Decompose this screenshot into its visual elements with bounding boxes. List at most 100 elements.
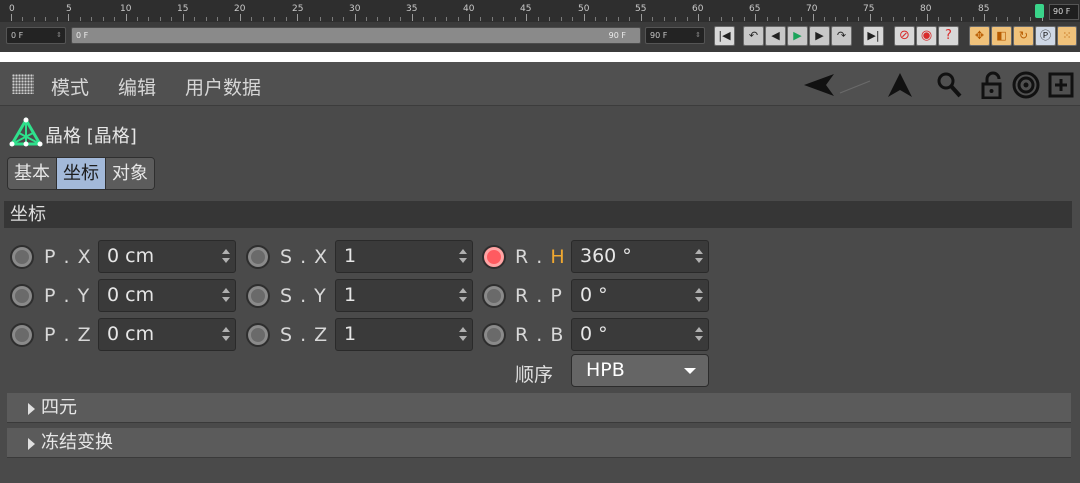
max-frame-field[interactable]: 90 F ⇕	[645, 27, 705, 44]
ruler-tick-label: 75	[863, 4, 875, 14]
rotation-order-dropdown[interactable]: HPB	[571, 354, 709, 387]
ruler-tick	[114, 17, 115, 21]
param-label-rh-main: R .	[515, 246, 544, 268]
ruler-tick	[813, 14, 814, 21]
keyframe-toggle-px[interactable]	[10, 245, 34, 269]
search-icon[interactable]	[935, 71, 963, 99]
position-z-field[interactable]: 0 cm	[98, 318, 236, 351]
rotate-key-icon[interactable]: ↻	[1013, 26, 1034, 46]
ruler-tick	[755, 14, 756, 21]
ruler-tick	[137, 17, 138, 21]
auto-key-icon[interactable]: ◉	[916, 26, 937, 46]
parameter-key-icon[interactable]: Ⓟ	[1035, 26, 1056, 46]
stepper-icon[interactable]	[695, 248, 703, 264]
ruler-tick	[11, 14, 12, 21]
stepper-icon[interactable]	[222, 326, 230, 342]
ruler-tick	[80, 17, 81, 21]
stepper-icon[interactable]	[695, 287, 703, 303]
position-x-field[interactable]: 0 cm	[98, 240, 236, 273]
current-frame-value: 0 F	[11, 31, 24, 40]
ruler-tick-label: 65	[749, 4, 761, 14]
scale-x-field[interactable]: 1	[335, 240, 473, 273]
keyframe-toggle-pz[interactable]	[10, 323, 34, 347]
goto-end-button[interactable]: ▶|	[863, 26, 884, 46]
keyframe-toggle-py[interactable]	[10, 284, 34, 308]
keyframe-toggle-sy[interactable]	[246, 284, 270, 308]
target-icon[interactable]	[1012, 71, 1040, 99]
up-arrow-icon[interactable]	[886, 71, 914, 99]
goto-start-button[interactable]: |◀	[714, 26, 735, 46]
move-key-icon[interactable]: ✥	[969, 26, 990, 46]
record-keys-icon[interactable]: ⊘	[894, 26, 915, 46]
prev-key-button[interactable]: ↶	[743, 26, 764, 46]
rotation-p-field[interactable]: 0 °	[571, 279, 709, 312]
group-freeze-transform[interactable]: 冻结变换	[7, 428, 1071, 458]
stepper-icon[interactable]	[695, 326, 703, 342]
ruler-tick	[309, 17, 310, 21]
keyframe-toggle-rp[interactable]	[482, 284, 506, 308]
ruler-tick	[45, 17, 46, 21]
position-y-field[interactable]: 0 cm	[98, 279, 236, 312]
ruler-tick	[57, 17, 58, 21]
menu-user-data[interactable]: 用户数据	[185, 73, 261, 100]
playhead-handle[interactable]	[1035, 4, 1044, 18]
range-start-value: 0 F	[76, 31, 89, 40]
scale-y-value: 1	[344, 284, 357, 306]
back-arrow-icon[interactable]	[800, 71, 872, 99]
stepper-icon[interactable]	[459, 287, 467, 303]
tab-basic[interactable]: 基本	[8, 158, 57, 189]
ruler-tick	[904, 17, 905, 21]
keyframe-toggle-rb[interactable]	[482, 323, 506, 347]
ruler-tick-label: 80	[920, 4, 932, 14]
ruler-tick	[229, 17, 230, 21]
ruler-tick	[320, 17, 321, 21]
next-key-button[interactable]: ↷	[831, 26, 852, 46]
play-button[interactable]: ▶	[787, 26, 808, 46]
new-panel-icon[interactable]	[1047, 71, 1075, 99]
lock-icon[interactable]	[979, 71, 1007, 99]
stepper-icon[interactable]: ⇕	[695, 28, 701, 43]
ruler-tick	[263, 17, 264, 21]
menu-edit[interactable]: 编辑	[118, 73, 156, 100]
ruler-tick-label: 85	[978, 4, 990, 14]
group-quaternion[interactable]: 四元	[7, 393, 1071, 423]
timeline-ruler[interactable]: 0 5 10 15 20 25 30 35 40 45 50 55 60 65 …	[0, 0, 1080, 22]
rotation-b-field[interactable]: 0 °	[571, 318, 709, 351]
menu-mode[interactable]: 模式	[51, 73, 89, 100]
ruler-tick	[492, 17, 493, 21]
keyframe-toggle-rh[interactable]	[482, 245, 506, 269]
rotation-h-field[interactable]: 360 °	[571, 240, 709, 273]
stepper-icon[interactable]: ⇕	[56, 28, 62, 43]
ruler-tick	[870, 14, 871, 21]
tab-coordinates[interactable]: 坐标	[57, 158, 106, 189]
ruler-tick	[881, 17, 882, 21]
scale-y-field[interactable]: 1	[335, 279, 473, 312]
ruler-tick	[641, 14, 642, 21]
panel-grip-icon[interactable]	[12, 74, 34, 94]
keyframe-selection-icon[interactable]: ?	[938, 26, 959, 46]
keyframe-toggle-sz[interactable]	[246, 323, 270, 347]
preview-range-slider[interactable]: 0 F 90 F	[71, 27, 641, 44]
next-frame-button[interactable]: ▶	[809, 26, 830, 46]
point-level-icon[interactable]: ⁙	[1057, 26, 1077, 46]
stepper-icon[interactable]	[222, 287, 230, 303]
scale-z-field[interactable]: 1	[335, 318, 473, 351]
ruler-tick-label: 50	[578, 4, 590, 14]
stepper-icon[interactable]	[222, 248, 230, 264]
stepper-icon[interactable]	[459, 248, 467, 264]
scale-key-icon[interactable]: ◧	[991, 26, 1012, 46]
ruler-tick	[286, 17, 287, 21]
tab-object[interactable]: 对象	[106, 158, 154, 189]
ruler-tick	[984, 14, 985, 21]
stepper-icon[interactable]	[459, 326, 467, 342]
ruler-tick	[194, 17, 195, 21]
current-frame-field[interactable]: 0 F ⇕	[6, 27, 66, 44]
ruler-tick	[206, 17, 207, 21]
attribute-manager: 模式 编辑 用户数据 晶格 [晶格] 基本 坐标 对象 坐标 P . X 0 c…	[0, 62, 1080, 483]
prev-frame-button[interactable]: ◀	[765, 26, 786, 46]
ruler-tick	[458, 17, 459, 21]
keyframe-toggle-sx[interactable]	[246, 245, 270, 269]
ruler-tick	[446, 17, 447, 21]
expand-triangle-icon	[28, 403, 35, 415]
ruler-tick	[606, 17, 607, 21]
